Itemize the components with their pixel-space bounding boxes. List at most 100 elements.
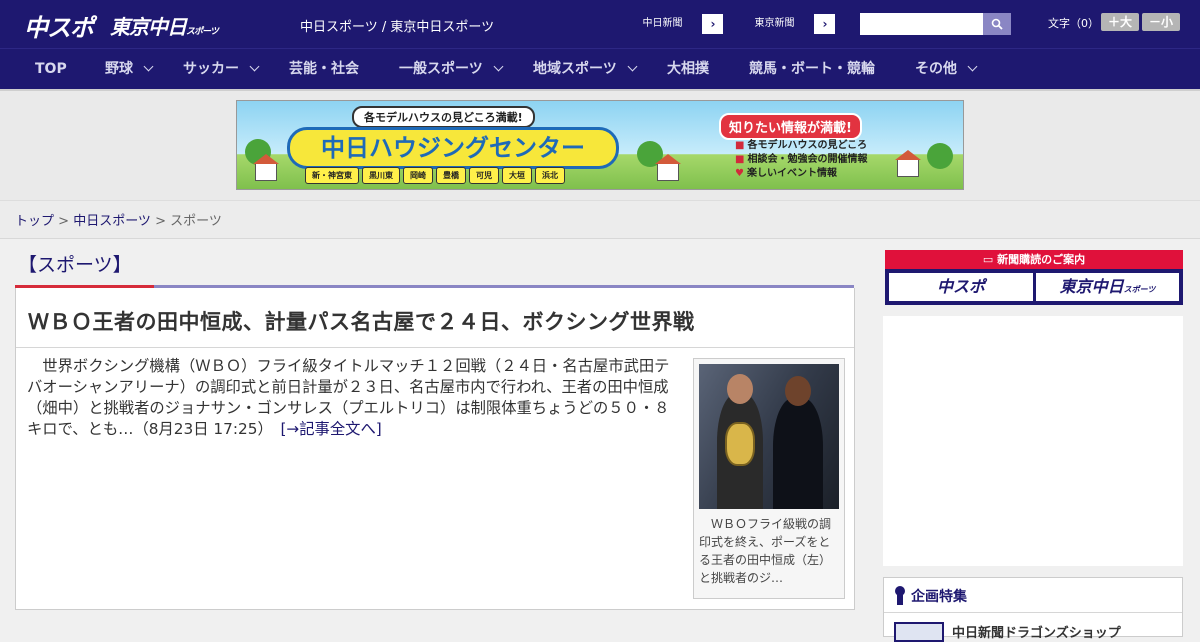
chevron-down-icon	[627, 61, 638, 72]
font-smaller-button[interactable]: －小	[1142, 13, 1180, 31]
subscribe-chuspo-button[interactable]: 中スポ	[889, 273, 1033, 301]
tokyo-logo-main: 東京中日	[110, 15, 187, 39]
boxer-right-head	[785, 376, 811, 406]
banner-top-line: 各モデルハウスの見どころ満載!	[352, 106, 535, 128]
breadcrumb-separator: >	[54, 214, 74, 229]
nav-item-label: 一般スポーツ	[399, 61, 483, 77]
banner-right-title: 知りたい情報が満載!	[719, 113, 862, 140]
sub-tokyo-label: 東京中日	[1059, 277, 1124, 296]
nav-item-label: 野球	[105, 61, 133, 77]
banner-towns: 新・神宮東 黒川東 岡崎 豊橋 可児 大垣 浜北	[305, 167, 565, 184]
nav-item-regional-sports[interactable]: 地域スポーツ	[533, 49, 638, 90]
nav-item-label: サッカー	[183, 61, 239, 77]
banner-town: 黒川東	[362, 167, 400, 184]
nav-item-sumo[interactable]: 大相撲	[667, 49, 709, 90]
breadcrumb-separator: >	[150, 214, 171, 229]
article-headline[interactable]: ＷＢＯ王者の田中恒成、計量パス名古屋で２４日、ボクシング世界戦	[28, 306, 695, 336]
nav-item-other[interactable]: その他	[915, 49, 978, 90]
sub-tokyo-small: スポーツ	[1123, 285, 1156, 294]
nav-item-label: TOP	[35, 61, 67, 77]
chevron-down-icon	[249, 61, 260, 72]
chuspo-logo[interactable]: 中スポ	[24, 8, 94, 43]
feature-item-label: 中日新聞ドラゴンズショップ	[952, 626, 1121, 641]
heart-icon: ♥	[735, 168, 744, 179]
article-photo[interactable]	[699, 364, 839, 509]
banner-list-item: ■ 相談会・勉強会の開催情報	[735, 153, 867, 167]
photo-caption: ＷＢＯフライ級戦の調印式を終え、ポーズをとる王者の田中恒成（左）と挑戦者のジ…	[699, 517, 832, 585]
banner-list-text: 各モデルハウスの見どころ	[747, 140, 868, 151]
chevron-right-icon: ›	[822, 17, 828, 31]
ribbon-icon	[895, 586, 905, 605]
article-photo-box[interactable]: ＷＢＯフライ級戦の調印式を終え、ポーズをとる王者の田中恒成（左）と挑戦者のジ…	[693, 358, 845, 599]
feature-title: 企画特集	[911, 589, 967, 605]
nav-item-label: 競馬・ボート・競輪	[749, 61, 875, 77]
nav-item-entertainment[interactable]: 芸能・社会	[289, 49, 359, 90]
banner-right-list: ■ 各モデルハウスの見どころ ■ 相談会・勉強会の開催情報 ♥ 楽しいイベント情報	[735, 139, 867, 181]
chevron-down-icon	[967, 61, 978, 72]
article-card: ＷＢＯ王者の田中恒成、計量パス名古屋で２４日、ボクシング世界戦 世界ボクシング機…	[15, 288, 855, 610]
breadcrumb: トップ > 中日スポーツ > スポーツ	[15, 210, 222, 229]
house-icon	[655, 154, 681, 181]
sidebar-ad-space	[883, 316, 1183, 566]
card-divider	[16, 347, 854, 348]
breadcrumb-current: スポーツ	[170, 214, 222, 229]
nav-item-general-sports[interactable]: 一般スポーツ	[399, 49, 504, 90]
read-more-link[interactable]: [→記事全文へ]	[280, 420, 381, 438]
nav-item-soccer[interactable]: サッカー	[183, 49, 260, 90]
chevron-right-icon: ›	[710, 17, 716, 31]
chunichi-shimbun-link[interactable]: 中日新聞 ›	[622, 13, 724, 35]
search-input[interactable]	[860, 13, 983, 35]
newspaper-icon: ▭	[982, 253, 998, 266]
breadcrumb-section-link[interactable]: 中日スポーツ	[73, 214, 151, 229]
banner-town: 豊橋	[436, 167, 466, 184]
house-icon	[253, 154, 279, 181]
banner-town: 大垣	[502, 167, 532, 184]
nav-item-top[interactable]: TOP	[35, 49, 67, 90]
nav-item-baseball[interactable]: 野球	[105, 49, 154, 90]
ext-link-label: 中日新聞	[623, 14, 703, 34]
section-title: 【スポーツ】	[18, 254, 132, 276]
nav-item-label: 芸能・社会	[289, 61, 359, 77]
feature-item[interactable]: 中日新聞ドラゴンズショップ	[894, 622, 1121, 642]
tokyo-shimbun-link[interactable]: 東京新聞 ›	[734, 13, 836, 35]
top-header: 中スポ 東京中日スポーツ 中日スポーツ / 東京中日スポーツ 中日新聞 › 東京…	[0, 0, 1200, 48]
feature-box: 企画特集 中日新聞ドラゴンズショップ	[883, 577, 1183, 642]
nav-item-racing[interactable]: 競馬・ボート・競輪	[749, 49, 875, 90]
chevron-down-icon	[493, 61, 504, 72]
search-icon	[991, 18, 1003, 30]
banner-main-title: 中日ハウジングセンター	[287, 127, 619, 169]
tokyo-logo-sub: スポーツ	[186, 27, 219, 37]
subscription-box: ▭ 新聞購読のご案内 中スポ 東京中日スポーツ	[885, 250, 1183, 305]
banner-town: 新・神宮東	[305, 167, 359, 184]
feature-thumbnail	[894, 622, 944, 642]
banner-list-text: 楽しいイベント情報	[746, 168, 837, 179]
subscription-heading[interactable]: ▭ 新聞購読のご案内	[885, 250, 1183, 269]
tree-icon	[927, 143, 953, 169]
boxer-left-head	[727, 374, 753, 404]
nav-item-label: 大相撲	[667, 61, 709, 77]
subscribe-tokyo-chunichi-button[interactable]: 東京中日スポーツ	[1036, 273, 1179, 301]
banner-list-item: ♥ 楽しいイベント情報	[735, 167, 867, 181]
banner-list-text: 相談会・勉強会の開催情報	[747, 154, 868, 165]
font-larger-button[interactable]: ＋大	[1101, 13, 1139, 31]
banner-list-item: ■ 各モデルハウスの見どころ	[735, 139, 867, 153]
breadcrumb-home-link[interactable]: トップ	[15, 214, 54, 229]
house-bullet-icon: ■	[735, 140, 745, 151]
banner-town: 浜北	[535, 167, 565, 184]
housing-center-ad-banner[interactable]: 各モデルハウスの見どころ満載! 中日ハウジングセンター 新・神宮東 黒川東 岡崎…	[236, 100, 964, 190]
search-button[interactable]	[983, 13, 1011, 35]
feature-heading: 企画特集	[884, 578, 1182, 613]
nav-item-label: 地域スポーツ	[533, 61, 617, 77]
boxer-right-figure	[773, 398, 823, 509]
banner-town: 可児	[469, 167, 499, 184]
info-bullet-icon: ■	[735, 154, 745, 165]
chevron-down-icon	[143, 61, 154, 72]
font-size-label: 文字（0）	[1048, 17, 1099, 30]
nav-item-label: その他	[915, 61, 957, 77]
subscription-heading-label: 新聞購読のご案内	[997, 253, 1086, 266]
site-links[interactable]: 中日スポーツ / 東京中日スポーツ	[300, 16, 494, 35]
article-summary: 世界ボクシング機構（ＷＢＯ）フライ級タイトルマッチ１２回戦（２４日・名古屋市武田…	[27, 356, 683, 440]
main-nav: TOP 野球 サッカー 芸能・社会 一般スポーツ 地域スポーツ 大相撲 競馬・ボ…	[0, 48, 1200, 89]
house-icon	[895, 150, 921, 177]
tokyo-chunichi-logo[interactable]: 東京中日スポーツ	[110, 11, 219, 40]
